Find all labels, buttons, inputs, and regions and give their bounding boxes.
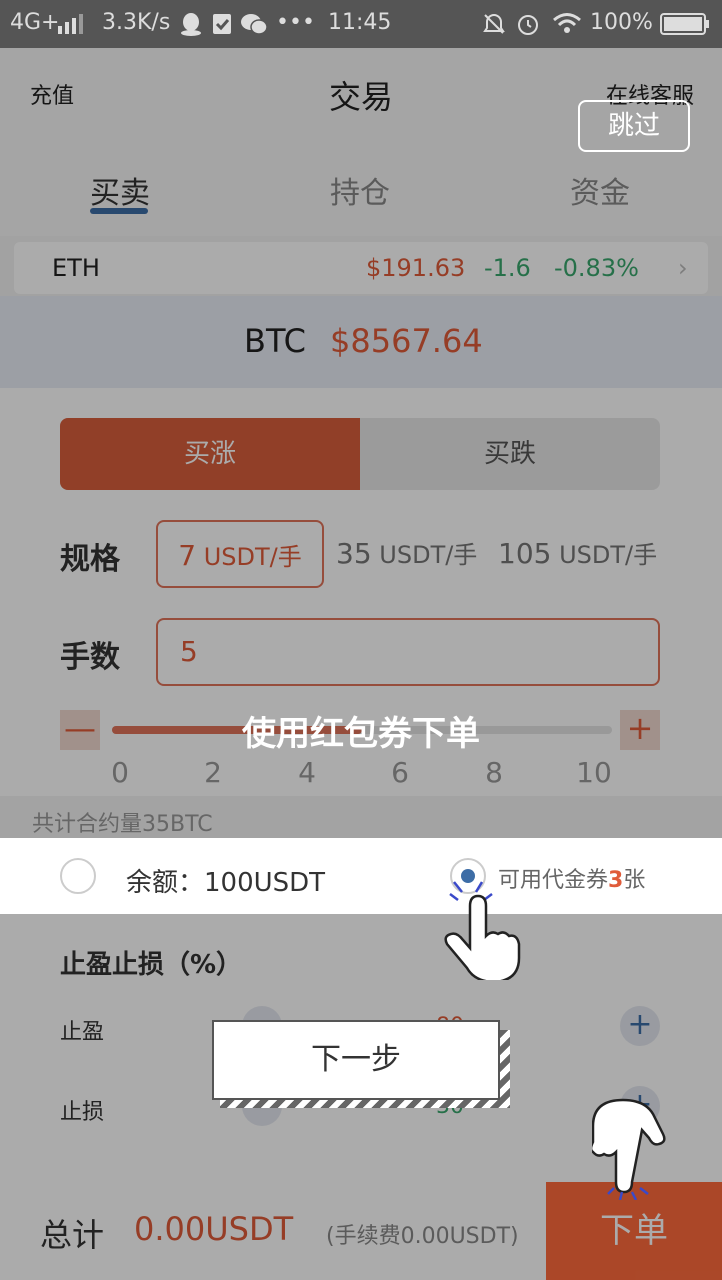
skip-guide-button[interactable]: 跳过: [578, 100, 690, 152]
checklist-icon: [212, 12, 232, 42]
balance-radio[interactable]: [60, 858, 96, 894]
clock-time: 11:45: [328, 10, 392, 35]
qq-icon: [180, 12, 202, 42]
payment-method-row: 余额：100USDT 可用代金券3张: [0, 838, 722, 914]
status-bar: 4G+ 3.3K/s ••• 11:45 100%: [0, 0, 722, 48]
signal-icon: [58, 14, 84, 40]
wechat-icon: [240, 12, 268, 42]
more-notifications-icon: •••: [276, 10, 315, 35]
pointing-down-hand-icon: [589, 1092, 682, 1204]
wifi-icon: [552, 12, 582, 40]
balance-text: 余额：100USDT: [126, 868, 326, 898]
pointing-hand-icon: [430, 870, 526, 984]
next-step-button[interactable]: 下一步: [212, 1020, 500, 1100]
net-speed: 3.3K/s: [102, 10, 171, 35]
alarm-icon: [516, 12, 540, 42]
battery-level: 100%: [590, 10, 653, 35]
battery-icon: [660, 13, 710, 41]
mute-icon: [482, 12, 506, 42]
network-indicator: 4G+: [10, 10, 60, 35]
guide-title: 使用红包券下单: [242, 714, 480, 754]
